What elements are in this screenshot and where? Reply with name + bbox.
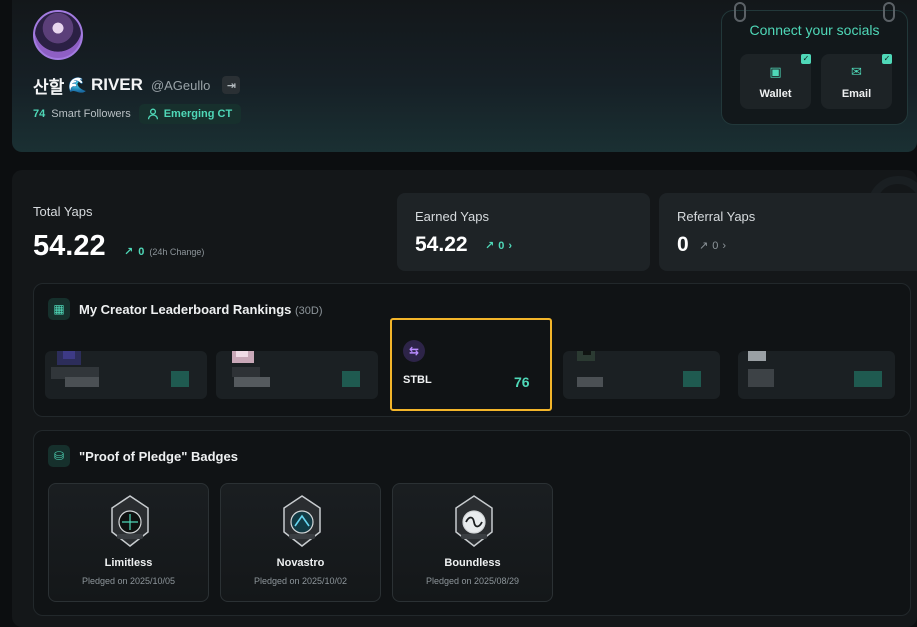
badge-item-limitless[interactable]: Limitless Pledged on 2025/10/05 bbox=[48, 483, 209, 602]
smart-followers-label: Smart Followers bbox=[51, 108, 131, 120]
badge-name: Limitless bbox=[104, 557, 153, 569]
pixelated-text bbox=[232, 367, 260, 377]
socials-panel: Connect your socials ▣ ✓ Wallet ✉ ✓ Emai… bbox=[721, 2, 908, 125]
grid-icon: ▦ bbox=[48, 298, 70, 320]
avatar[interactable] bbox=[33, 10, 83, 60]
pixelated-score bbox=[171, 371, 189, 387]
pixelated-avatar-detail bbox=[583, 351, 591, 355]
pixelated-score bbox=[854, 371, 882, 387]
referral-yaps-change: ↗ 0 › bbox=[699, 239, 726, 253]
leaderboard-entry-blurred[interactable] bbox=[563, 351, 720, 399]
check-icon: ✓ bbox=[882, 54, 892, 64]
earned-yaps-value: 54.22 bbox=[415, 233, 468, 256]
chevron-right-icon[interactable]: › bbox=[722, 240, 726, 252]
badge-name: Boundless bbox=[444, 557, 501, 569]
followers-row: 74 Smart Followers Emerging CT bbox=[33, 103, 242, 125]
referral-change-value: 0 bbox=[712, 239, 719, 252]
trend-up-icon: ↗ bbox=[485, 240, 495, 252]
leaderboard-entry-blurred[interactable] bbox=[45, 351, 207, 399]
leaderboard-entry-blurred[interactable] bbox=[216, 351, 378, 399]
email-button[interactable]: ✉ ✓ Email bbox=[821, 54, 892, 109]
earned-yaps-change: ↗ 0 › bbox=[485, 239, 512, 253]
earned-yaps-title: Earned Yaps bbox=[415, 209, 489, 224]
total-yaps-value: 54.22 bbox=[33, 230, 106, 262]
total-change-note: (24h Change) bbox=[149, 246, 205, 257]
mail-icon: ✉ bbox=[851, 64, 862, 79]
person-icon bbox=[147, 108, 158, 120]
pixelated-text bbox=[748, 369, 774, 387]
wallet-icon: ▣ bbox=[769, 64, 782, 79]
wallet-button[interactable]: ▣ ✓ Wallet bbox=[740, 54, 811, 109]
total-yaps-title: Total Yaps bbox=[33, 204, 93, 219]
total-change-value: 0 bbox=[138, 245, 145, 258]
smart-followers-count: 74 bbox=[33, 108, 46, 120]
badge-item-boundless[interactable]: Boundless Pledged on 2025/08/29 bbox=[392, 483, 553, 602]
badge-name: Novastro bbox=[276, 557, 325, 569]
badge-date: Pledged on 2025/10/02 bbox=[253, 576, 348, 586]
profile-name: 산할 bbox=[33, 77, 65, 97]
leaderboard-title-text: My Creator Leaderboard Rankings bbox=[79, 302, 292, 317]
earned-yaps-card[interactable]: Earned Yaps 54.22 ↗ 0 › bbox=[397, 193, 650, 271]
profile-handle: @AGeullo bbox=[150, 77, 211, 93]
badge-label: Emerging CT bbox=[163, 108, 233, 120]
binder-ring bbox=[883, 2, 895, 22]
email-label: Email bbox=[841, 88, 872, 100]
limitless-badge-icon bbox=[111, 495, 149, 547]
emerging-ct-badge: Emerging CT bbox=[138, 104, 242, 124]
stbl-logo-icon: ⇆ bbox=[403, 340, 425, 362]
pixelated-text bbox=[234, 377, 270, 387]
referral-yaps-card[interactable]: Referral Yaps 0 ↗ 0 › bbox=[659, 193, 917, 271]
pixelated-avatar bbox=[748, 351, 766, 361]
badge-date: Pledged on 2025/10/05 bbox=[81, 576, 176, 586]
boundless-badge-icon bbox=[455, 495, 493, 547]
badge-date: Pledged on 2025/08/29 bbox=[425, 576, 520, 586]
trend-up-icon: ↗ bbox=[124, 246, 134, 258]
pixelated-avatar-detail bbox=[236, 351, 248, 357]
socials-title: Connect your socials bbox=[749, 22, 880, 38]
project-name: RIVER bbox=[90, 75, 143, 94]
export-icon[interactable]: ⇥ bbox=[222, 76, 241, 94]
total-yaps-change: ↗ 0 (24h Change) bbox=[124, 245, 205, 259]
display-name: 산할 🌊 RIVER @AGeullo ⇥ bbox=[33, 75, 241, 97]
wallet-label: Wallet bbox=[759, 88, 792, 100]
pixelated-text bbox=[577, 377, 603, 387]
leaderboard-entry-stbl[interactable] bbox=[390, 318, 552, 411]
wave-icon: 🌊 bbox=[68, 77, 87, 94]
earned-change-value: 0 bbox=[498, 239, 505, 252]
check-icon: ✓ bbox=[801, 54, 811, 64]
trend-up-icon: ↗ bbox=[699, 240, 709, 252]
leaderboard-period: (30D) bbox=[295, 305, 323, 317]
referral-yaps-value: 0 bbox=[677, 233, 689, 256]
referral-yaps-title: Referral Yaps bbox=[677, 209, 756, 224]
leaderboard-entry-blurred[interactable] bbox=[738, 351, 895, 399]
stbl-score: 76 bbox=[514, 374, 530, 390]
chevron-right-icon[interactable]: › bbox=[508, 240, 512, 252]
pixelated-score bbox=[342, 371, 360, 387]
badges-title: "Proof of Pledge" Badges bbox=[79, 449, 238, 464]
novastro-badge-icon bbox=[283, 495, 321, 547]
pixelated-text bbox=[65, 377, 99, 387]
stbl-name: STBL bbox=[403, 374, 432, 386]
pixelated-avatar-detail bbox=[63, 351, 75, 359]
binder-ring bbox=[734, 2, 746, 22]
database-icon: ⛁ bbox=[48, 445, 70, 467]
leaderboard-title: My Creator Leaderboard Rankings (30D) bbox=[79, 302, 323, 317]
badge-item-novastro[interactable]: Novastro Pledged on 2025/10/02 bbox=[220, 483, 381, 602]
pixelated-score bbox=[683, 371, 701, 387]
